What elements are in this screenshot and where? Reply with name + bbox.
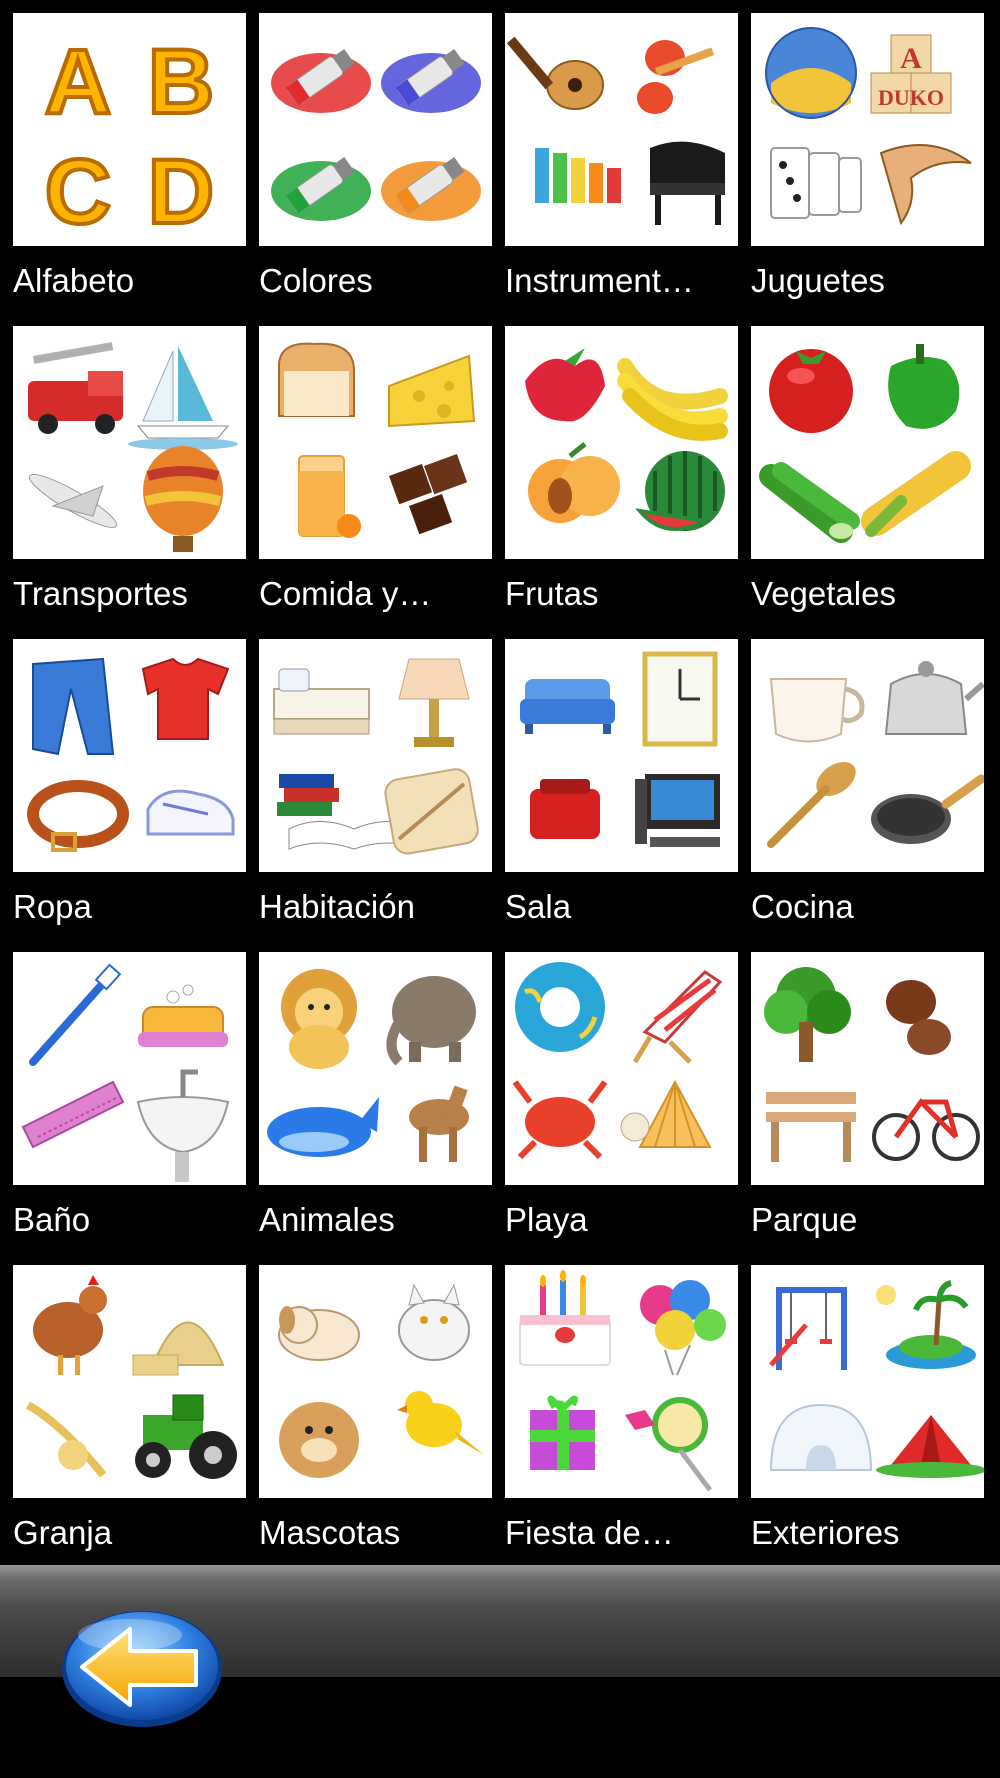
category-thumbnail[interactable] [751,639,984,872]
category-thumbnail[interactable] [259,326,492,559]
category-tile-farm[interactable]: Granja [0,1252,246,1565]
category-thumbnail[interactable] [751,952,984,1185]
category-thumbnail[interactable]: ABCD [13,13,246,246]
party-icon [519,1270,726,1492]
category-thumbnail[interactable] [259,639,492,872]
kitchen-icon [767,661,984,848]
food-icon [278,342,476,538]
category-thumbnail[interactable] [259,13,492,246]
fruits-icon [525,348,728,531]
category-tile-bedroom[interactable]: Habitación [246,626,492,939]
category-thumbnail[interactable] [751,1265,984,1498]
svg-text:DUKO: DUKO [878,85,944,110]
vehicles-icon [28,342,238,552]
clothes-icon [27,657,235,852]
category-label: Animales [259,1201,395,1238]
category-thumbnail[interactable] [505,952,738,1185]
category-label: Exteriores [751,1514,900,1551]
category-label: Mascotas [259,1514,401,1551]
category-tile-instruments[interactable]: Instrument… [492,0,738,313]
toys-icon: A DUKO [765,27,972,226]
category-label: Granja [13,1514,113,1551]
svg-text:A: A [45,31,111,133]
category-label: Ropa [13,888,92,925]
instruments-icon [506,36,725,225]
vegetables-icon [759,344,971,543]
bottom-toolbar [0,1565,1000,1778]
category-tile-animals[interactable]: Animales [246,939,492,1252]
category-tile-alphabet-letters[interactable]: A B C D Alfabeto [0,0,246,313]
category-label: Habitación [259,888,415,925]
category-label: Juguetes [751,262,885,299]
category-thumbnail[interactable] [259,952,492,1185]
category-label: Colores [259,262,373,299]
category-thumbnail[interactable] [13,639,246,872]
svg-text:D: D [148,141,214,243]
back-arrow-icon [62,1611,222,1727]
alphabet-letters-icon: A BC D [43,29,216,245]
category-label: Comida y… [259,575,432,612]
category-tile-kitchen[interactable]: Cocina [738,626,984,939]
category-tile-vegetables[interactable]: Vegetales [738,313,984,626]
category-label: Sala [505,888,572,925]
category-label: Frutas [505,575,599,612]
category-label: Alfabeto [13,262,135,299]
category-thumbnail[interactable] [13,326,246,559]
category-label: Parque [751,1201,858,1238]
svg-text:C: C [45,141,111,243]
category-tile-toys[interactable]: A DUKO Juguetes [738,0,984,313]
svg-text:B: B [148,31,214,133]
category-thumbnail[interactable] [13,1265,246,1498]
category-thumbnail[interactable] [505,639,738,872]
category-tile-outdoors[interactable]: Exteriores [738,1252,984,1565]
category-tile-pets[interactable]: Mascotas [246,1252,492,1565]
living-room-icon [520,651,720,847]
bathroom-icon [21,963,230,1182]
outdoors-icon [769,1280,984,1478]
category-tile-living-room[interactable]: Sala [492,626,738,939]
category-label: Playa [505,1201,588,1238]
bedroom-icon [273,658,479,855]
category-tile-park[interactable]: Parque [738,939,984,1252]
category-grid: A B C D Alfabeto Colores Instrument… A D… [0,0,1000,1565]
category-thumbnail[interactable] [505,326,738,559]
svg-text:A: A [900,42,922,75]
category-label: Instrument… [505,262,694,299]
animals-icon [267,969,476,1162]
category-tile-bathroom[interactable]: Baño [0,939,246,1252]
category-tile-party[interactable]: Fiesta de… [492,1252,738,1565]
category-tile-vehicles[interactable]: Transportes [0,313,246,626]
category-thumbnail[interactable] [259,1265,492,1498]
back-button[interactable] [60,1605,225,1730]
category-thumbnail[interactable] [505,13,738,246]
category-label: Fiesta de… [505,1514,674,1551]
category-tile-beach[interactable]: Playa [492,939,738,1252]
beach-icon [512,962,723,1160]
category-tile-fruits[interactable]: Frutas [492,313,738,626]
category-label: Transportes [13,575,188,612]
category-thumbnail[interactable] [505,1265,738,1498]
pets-icon [278,1283,484,1478]
category-label: Baño [13,1201,91,1238]
category-thumbnail[interactable] [751,326,984,559]
category-tile-paint-tubes[interactable]: Colores [246,0,492,313]
park-icon [764,967,980,1162]
category-label: Vegetales [751,575,896,612]
category-thumbnail[interactable]: A DUKO [751,13,984,246]
category-label: Cocina [751,888,854,925]
category-tile-clothes[interactable]: Ropa [0,626,246,939]
category-thumbnail[interactable] [13,952,246,1185]
category-tile-food[interactable]: Comida y… [246,313,492,626]
farm-icon [25,1275,237,1479]
paint-tubes-icon [271,48,481,221]
